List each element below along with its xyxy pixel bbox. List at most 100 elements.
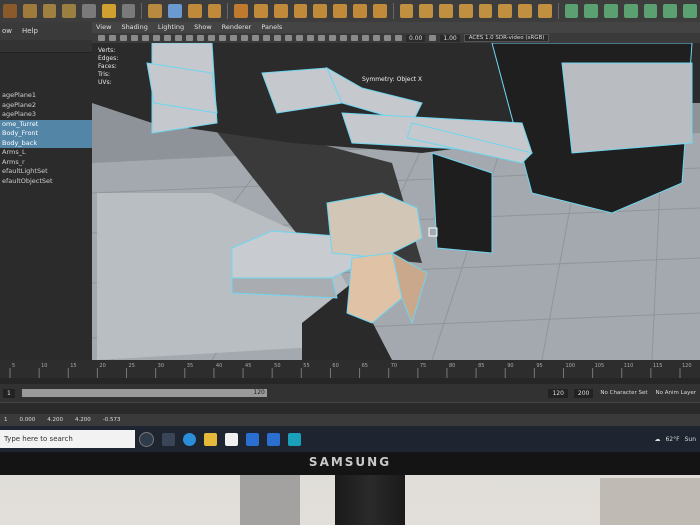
panel-tool-icon[interactable] [252, 35, 259, 41]
range-end-field[interactable]: 120 [548, 388, 568, 398]
shelf-tool-icon[interactable] [168, 4, 182, 18]
panel-tool-icon[interactable] [98, 35, 105, 41]
store-icon[interactable] [225, 432, 238, 446]
shelf-tool-icon[interactable] [352, 4, 367, 18]
character-set-dropdown[interactable]: No Character Set [596, 390, 651, 396]
outliner-item[interactable]: agePlane3 [0, 110, 92, 120]
panel-tool-icon[interactable] [362, 35, 369, 41]
shelf-tool-icon[interactable] [333, 4, 347, 18]
anim-layer-dropdown[interactable]: No Anim Layer [652, 390, 700, 396]
panel-tool-icon[interactable] [109, 35, 116, 41]
shelf-tool-icon[interactable] [3, 4, 17, 18]
panel-tool-icon[interactable] [230, 35, 237, 41]
taskbar-search-input[interactable]: Type here to search [0, 430, 135, 448]
shelf-tool-icon[interactable] [62, 4, 77, 18]
shelf-tool-icon[interactable] [537, 4, 552, 18]
shelf-tool-icon[interactable] [22, 4, 37, 18]
exposure-field[interactable]: 0.00 [406, 34, 426, 42]
outliner-item[interactable] [0, 82, 92, 92]
outliner-item[interactable]: agePlane2 [0, 101, 92, 111]
outliner-item[interactable]: Arms_L [0, 148, 92, 158]
outliner-menu-item[interactable]: ow [2, 27, 12, 35]
viewport-menu-lighting[interactable]: Lighting [158, 22, 184, 33]
shelf-tool-icon[interactable] [439, 4, 453, 18]
shelf-tool-icon[interactable] [643, 4, 658, 18]
panel-tool-icon[interactable] [384, 35, 391, 41]
range-slider[interactable]: 120 [21, 389, 267, 397]
file-explorer-icon[interactable] [204, 432, 217, 446]
panel-tool-icon[interactable] [197, 35, 204, 41]
range-start-field[interactable]: 1 [3, 388, 15, 398]
outliner-item[interactable] [0, 53, 92, 63]
shelf-tool-icon[interactable] [683, 4, 697, 18]
shelf-tool-icon[interactable] [419, 4, 434, 18]
shelf-tool-icon[interactable] [273, 4, 288, 18]
viewport-menu-renderer[interactable]: Renderer [222, 22, 252, 33]
edge-icon[interactable] [183, 432, 196, 446]
outliner-item[interactable]: efaultLightSet [0, 167, 92, 177]
viewport-menu-view[interactable]: View [96, 22, 111, 33]
panel-tool-icon[interactable] [241, 35, 248, 41]
shelf-tool-icon[interactable] [518, 4, 532, 18]
shelf-tool-icon[interactable] [101, 4, 116, 18]
panel-tool-icon[interactable] [395, 35, 402, 41]
shelf-tool-icon[interactable] [313, 4, 328, 18]
panel-tool-icon[interactable] [285, 35, 292, 41]
panel-tool-icon[interactable] [208, 35, 215, 41]
outliner-item[interactable]: Body_Front [0, 129, 92, 139]
shelf-tool-icon[interactable] [293, 4, 308, 18]
panel-tool-icon[interactable] [429, 35, 437, 41]
panel-tool-icon[interactable] [142, 35, 149, 41]
panel-tool-icon[interactable] [307, 35, 314, 41]
outliner-search-bar[interactable] [0, 40, 92, 53]
panel-tool-icon[interactable] [351, 35, 358, 41]
shelf-tool-icon[interactable] [663, 4, 678, 18]
shelf-tool-icon[interactable] [82, 4, 96, 18]
panel-tool-icon[interactable] [274, 35, 281, 41]
panel-tool-icon[interactable] [263, 35, 270, 41]
mail-icon[interactable] [246, 432, 259, 446]
shelf-tool-icon[interactable] [234, 4, 249, 18]
outliner-item[interactable]: agePlane1 [0, 91, 92, 101]
viewport-menu-panels[interactable]: Panels [261, 22, 282, 33]
outliner-menu-item[interactable]: Help [22, 27, 38, 35]
outliner-item[interactable]: Body_back [0, 138, 92, 148]
maya-icon[interactable] [288, 432, 301, 446]
panel-tool-icon[interactable] [340, 35, 347, 41]
panel-tool-icon[interactable] [219, 35, 226, 41]
shelf-tool-icon[interactable] [399, 4, 414, 18]
shelf-tool-icon[interactable] [584, 4, 599, 18]
panel-tool-icon[interactable] [175, 35, 182, 41]
shelf-tool-icon[interactable] [623, 4, 638, 18]
panel-tool-icon[interactable] [131, 35, 138, 41]
shelf-tool-icon[interactable] [498, 4, 513, 18]
panel-tool-icon[interactable] [318, 35, 325, 41]
panel-tool-icon[interactable] [373, 35, 380, 41]
outliner-item[interactable] [0, 72, 92, 82]
shelf-tool-icon[interactable] [604, 4, 618, 18]
shelf-tool-icon[interactable] [187, 4, 202, 18]
playback-end-field[interactable]: 200 [573, 388, 594, 398]
panel-tool-icon[interactable] [296, 35, 303, 41]
shelf-tool-icon[interactable] [254, 4, 268, 18]
shelf-tool-icon[interactable] [148, 4, 163, 18]
viewport-menu-show[interactable]: Show [194, 22, 212, 33]
3d-viewport[interactable]: Verts: Edges: Faces: Tris: UVs: Symmetry: Ob… [92, 43, 700, 360]
outliner-item[interactable]: efaultObjectSet [0, 177, 92, 187]
panel-tool-icon[interactable] [164, 35, 171, 41]
shelf-tool-icon[interactable] [458, 4, 473, 18]
shelf-tool-icon[interactable] [121, 4, 136, 18]
panel-tool-icon[interactable] [153, 35, 160, 41]
shelf-tool-icon[interactable] [42, 4, 57, 18]
cortana-icon[interactable] [139, 431, 154, 447]
time-slider[interactable]: 5 10 15 20 25 30 35 40 45 50 55 60 65 70 75 80 85 90 95 100… [0, 360, 700, 378]
viewport-menu-shading[interactable]: Shading [121, 22, 147, 33]
app-icon[interactable] [267, 432, 280, 446]
weather-icon[interactable]: ☁ [654, 436, 660, 443]
outliner-item[interactable]: ome_Turret [0, 119, 92, 129]
color-space-dropdown[interactable]: ACES 1.0 SDR-video (sRGB) [463, 34, 550, 42]
shelf-tool-icon[interactable] [207, 4, 222, 18]
gamma-field[interactable]: 1.00 [440, 34, 460, 42]
panel-tool-icon[interactable] [329, 35, 336, 41]
outliner-item[interactable] [0, 63, 92, 73]
